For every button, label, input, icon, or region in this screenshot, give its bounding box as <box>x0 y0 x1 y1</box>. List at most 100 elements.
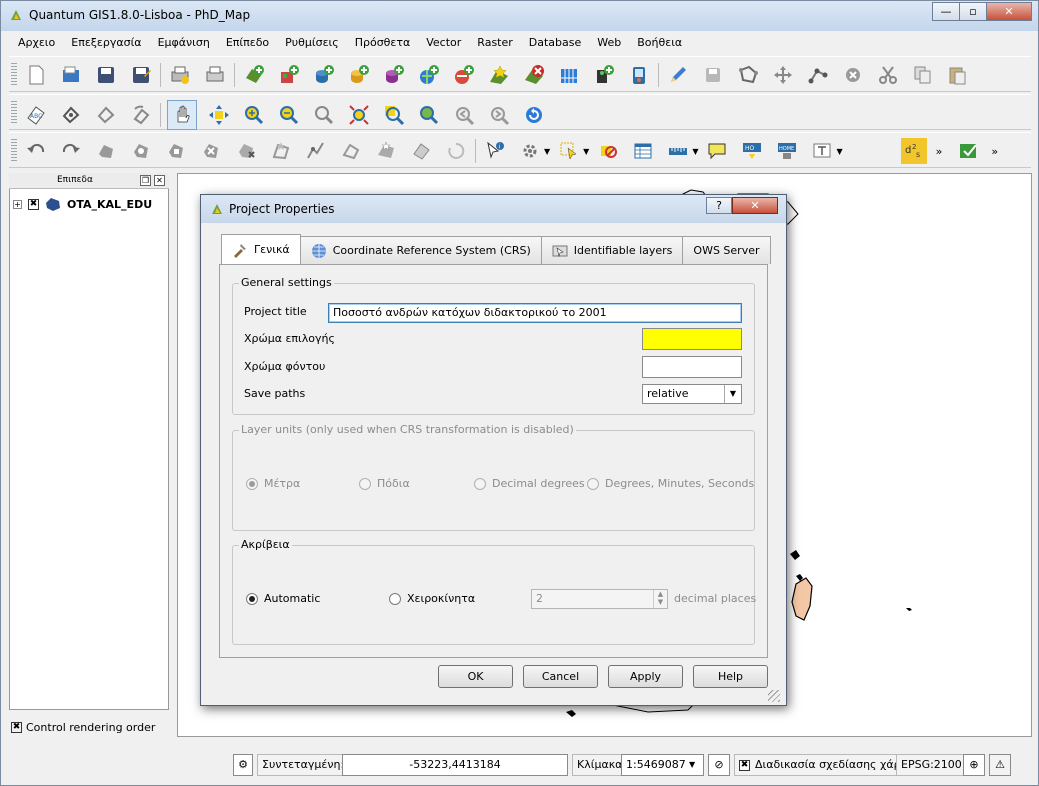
zoom-actual-icon[interactable] <box>311 102 337 128</box>
refresh-icon[interactable] <box>521 102 547 128</box>
render-toggle[interactable]: ✖ Διαδικασία σχεδίασης χάρτη <box>734 754 920 776</box>
merge-attributes-icon[interactable] <box>408 138 434 164</box>
chevron-down-icon[interactable]: ▼ <box>692 147 698 156</box>
menu-help[interactable]: Βοήθεια <box>629 34 690 54</box>
tab-crs[interactable]: Coordinate Reference System (CRS) <box>299 236 542 264</box>
stop-render-icon[interactable]: ⊘ <box>708 754 730 776</box>
warning-icon[interactable]: ⚠ <box>989 754 1011 776</box>
run-action-icon[interactable] <box>517 138 543 164</box>
add-ring-icon[interactable] <box>128 138 154 164</box>
zoom-in-icon[interactable] <box>241 102 267 128</box>
zoom-full-icon[interactable] <box>346 102 372 128</box>
move-feature-icon[interactable] <box>770 62 796 88</box>
coordinate-toggle-icon[interactable]: ⚙ <box>233 754 253 776</box>
background-color-button[interactable] <box>642 356 742 378</box>
decimal-places-spinbox[interactable]: 2 ▲ ▼ <box>531 589 668 609</box>
toolbar-overflow-icon[interactable]: » <box>991 145 998 158</box>
maximize-button[interactable]: ▫ <box>959 2 987 21</box>
menu-edit[interactable]: Επεξεργασία <box>63 34 149 54</box>
select-icon[interactable] <box>556 138 582 164</box>
add-wcs-layer-icon[interactable] <box>556 62 582 88</box>
cut-features-icon[interactable] <box>875 62 901 88</box>
add-vector-layer-icon[interactable] <box>241 62 267 88</box>
selection-color-button[interactable] <box>642 328 742 350</box>
menu-plugins[interactable]: Πρόσθετα <box>347 34 419 54</box>
menu-vector[interactable]: Vector <box>418 34 469 54</box>
menu-database[interactable]: Database <box>521 34 590 54</box>
chevron-down-icon[interactable]: ▼ <box>544 147 550 156</box>
gps-icon[interactable] <box>626 62 652 88</box>
close-button[interactable]: ✕ <box>986 2 1032 21</box>
pan-to-selection-icon[interactable] <box>206 102 232 128</box>
deselect-icon[interactable] <box>595 138 621 164</box>
delete-ring-icon[interactable] <box>198 138 224 164</box>
new-layer-icon[interactable] <box>486 62 512 88</box>
toolbar-grip[interactable] <box>11 63 17 87</box>
ok-button[interactable]: OK <box>438 665 513 688</box>
layer-visibility-checkbox[interactable]: ✖ <box>28 198 39 210</box>
chevron-down-icon[interactable]: ▼ <box>583 147 589 156</box>
control-rendering-order[interactable]: ✖ Control rendering order <box>11 721 155 734</box>
attribute-table-icon[interactable] <box>630 138 656 164</box>
label-tool-icon[interactable]: ABC <box>23 102 49 128</box>
identify-icon[interactable]: i <box>482 138 508 164</box>
epsg-label[interactable]: EPSG:2100 <box>896 754 967 776</box>
add-spatialite-layer-icon[interactable] <box>346 62 372 88</box>
save-paths-select[interactable]: relative ▼ <box>642 384 742 404</box>
zoom-out-icon[interactable] <box>276 102 302 128</box>
expand-icon[interactable]: + <box>13 199 22 209</box>
chevron-down-icon[interactable]: ▼ <box>689 755 703 775</box>
menu-layer[interactable]: Επίπεδο <box>218 34 277 54</box>
remove-layer-icon[interactable] <box>521 62 547 88</box>
menu-settings[interactable]: Ρυθμίσεις <box>277 34 347 54</box>
paste-features-icon[interactable] <box>945 62 971 88</box>
zoom-last-icon[interactable] <box>451 102 477 128</box>
render-checkbox[interactable]: ✖ <box>739 759 750 771</box>
plugin-icon[interactable] <box>956 138 982 164</box>
precision-automatic-radio[interactable]: Automatic <box>246 592 320 605</box>
add-part-icon[interactable] <box>163 138 189 164</box>
chevron-down-icon[interactable]: ▼ <box>836 147 842 156</box>
zoom-to-layer-icon[interactable] <box>416 102 442 128</box>
d2s-icon[interactable]: d2s <box>900 138 927 164</box>
redo-icon[interactable] <box>58 138 84 164</box>
simplify-icon[interactable] <box>93 138 119 164</box>
copy-features-icon[interactable] <box>910 62 936 88</box>
help-question-button[interactable]: ? <box>706 197 732 214</box>
delete-part-icon[interactable] <box>233 138 259 164</box>
add-mssql-layer-icon[interactable] <box>381 62 407 88</box>
node-tool-icon[interactable] <box>805 62 831 88</box>
cancel-button[interactable]: Cancel <box>523 665 598 688</box>
save-as-icon[interactable] <box>128 62 154 88</box>
text-annotation-icon[interactable] <box>809 138 835 164</box>
layer-item[interactable]: + ✖ OTA_KAL_EDU <box>13 197 152 211</box>
resize-grip-icon[interactable] <box>768 690 780 702</box>
render-order-checkbox[interactable]: ✖ <box>11 722 22 733</box>
add-wfs-layer-icon[interactable] <box>451 62 477 88</box>
zoom-to-selection-icon[interactable] <box>381 102 407 128</box>
menu-web[interactable]: Web <box>589 34 629 54</box>
units-feet-radio[interactable]: Πόδια <box>359 477 410 490</box>
add-raster-layer-icon[interactable] <box>276 62 302 88</box>
coordinate-field[interactable]: -53223,4413184 <box>342 754 568 776</box>
offset-curve-icon[interactable] <box>303 138 329 164</box>
close-panel-icon[interactable]: ✕ <box>154 175 165 186</box>
toolbar-overflow-icon[interactable]: » <box>936 145 943 158</box>
units-meters-radio[interactable]: Μέτρα <box>246 477 300 490</box>
units-decimal-degrees-radio[interactable]: Decimal degrees <box>474 477 585 490</box>
show-labels-icon[interactable] <box>93 102 119 128</box>
minimize-button[interactable]: — <box>932 2 960 21</box>
new-bookmark-icon[interactable]: HO <box>739 138 765 164</box>
add-delimited-text-icon[interactable] <box>591 62 617 88</box>
zoom-next-icon[interactable] <box>486 102 512 128</box>
toolbar-grip[interactable] <box>11 139 17 163</box>
split-icon[interactable] <box>338 138 364 164</box>
tab-general[interactable]: Γενικά <box>221 234 301 264</box>
dialog-close-button[interactable]: ✕ <box>732 197 778 214</box>
crs-status-icon[interactable]: ⊕ <box>963 754 985 776</box>
tab-ows-server[interactable]: OWS Server <box>682 236 771 264</box>
menu-raster[interactable]: Raster <box>469 34 520 54</box>
chevron-down-icon[interactable]: ▼ <box>724 385 741 403</box>
add-postgis-layer-icon[interactable] <box>311 62 337 88</box>
apply-button[interactable]: Apply <box>608 665 683 688</box>
